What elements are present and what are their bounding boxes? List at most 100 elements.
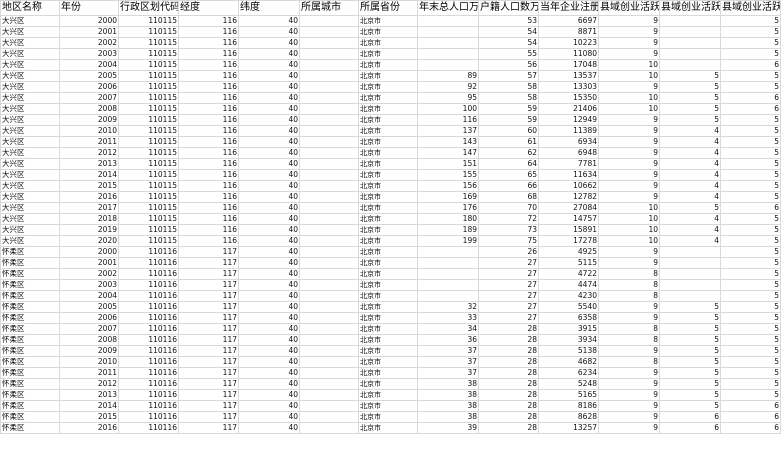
- cell-region-name[interactable]: 怀柔区: [0, 290, 60, 302]
- cell-city[interactable]: [299, 15, 359, 27]
- cell-startup-activity-2[interactable]: 4: [659, 125, 721, 137]
- cell-year[interactable]: 2002: [59, 37, 119, 49]
- cell-admin-code[interactable]: 110115: [118, 147, 179, 159]
- cell-city[interactable]: [299, 191, 359, 203]
- cell-startup-activity-1[interactable]: 8: [598, 334, 660, 346]
- cell-latitude[interactable]: 40: [238, 59, 300, 71]
- cell-enterprise-registrations[interactable]: 13257: [538, 422, 599, 434]
- cell-registered-population[interactable]: 59: [478, 103, 539, 115]
- cell-startup-activity-3[interactable]: 5: [720, 268, 781, 280]
- cell-longitude[interactable]: 117: [178, 279, 239, 291]
- cell-city[interactable]: [299, 301, 359, 313]
- cell-latitude[interactable]: 40: [238, 411, 300, 423]
- cell-startup-activity-2[interactable]: 4: [659, 169, 721, 181]
- cell-total-population[interactable]: 89: [417, 70, 479, 82]
- cell-startup-activity-3[interactable]: 5: [720, 48, 781, 60]
- cell-province[interactable]: 北京市: [358, 422, 418, 434]
- cell-province[interactable]: 北京市: [358, 169, 418, 181]
- cell-province[interactable]: 北京市: [358, 257, 418, 269]
- cell-region-name[interactable]: 怀柔区: [0, 400, 60, 412]
- cell-city[interactable]: [299, 411, 359, 423]
- cell-registered-population[interactable]: 28: [478, 389, 539, 401]
- cell-longitude[interactable]: 117: [178, 389, 239, 401]
- cell-registered-population[interactable]: 59: [478, 114, 539, 126]
- cell-admin-code[interactable]: 110115: [118, 180, 179, 192]
- cell-startup-activity-3[interactable]: 5: [720, 180, 781, 192]
- cell-latitude[interactable]: 40: [238, 103, 300, 115]
- cell-latitude[interactable]: 40: [238, 235, 300, 247]
- cell-enterprise-registrations[interactable]: 3934: [538, 334, 599, 346]
- cell-admin-code[interactable]: 110116: [118, 367, 179, 379]
- cell-admin-code[interactable]: 110116: [118, 422, 179, 434]
- cell-year[interactable]: 2005: [59, 70, 119, 82]
- cell-enterprise-registrations[interactable]: 5540: [538, 301, 599, 313]
- cell-longitude[interactable]: 117: [178, 301, 239, 313]
- cell-latitude[interactable]: 40: [238, 290, 300, 302]
- cell-latitude[interactable]: 40: [238, 125, 300, 137]
- cell-latitude[interactable]: 40: [238, 70, 300, 82]
- cell-startup-activity-3[interactable]: 5: [720, 345, 781, 357]
- cell-region-name[interactable]: 大兴区: [0, 48, 60, 60]
- cell-startup-activity-3[interactable]: 5: [720, 334, 781, 346]
- cell-longitude[interactable]: 116: [178, 180, 239, 192]
- cell-region-name[interactable]: 大兴区: [0, 202, 60, 214]
- cell-longitude[interactable]: 117: [178, 411, 239, 423]
- cell-registered-population[interactable]: 64: [478, 158, 539, 170]
- cell-startup-activity-2[interactable]: 5: [659, 92, 721, 104]
- cell-region-name[interactable]: 怀柔区: [0, 345, 60, 357]
- cell-registered-population[interactable]: 54: [478, 37, 539, 49]
- cell-admin-code[interactable]: 110116: [118, 290, 179, 302]
- cell-city[interactable]: [299, 136, 359, 148]
- cell-enterprise-registrations[interactable]: 15891: [538, 224, 599, 236]
- cell-province[interactable]: 北京市: [358, 411, 418, 423]
- cell-enterprise-registrations[interactable]: 4925: [538, 246, 599, 258]
- cell-startup-activity-1[interactable]: 8: [598, 268, 660, 280]
- cell-startup-activity-2[interactable]: 5: [659, 103, 721, 115]
- cell-admin-code[interactable]: 110115: [118, 26, 179, 38]
- cell-enterprise-registrations[interactable]: 11389: [538, 125, 599, 137]
- cell-region-name[interactable]: 怀柔区: [0, 301, 60, 313]
- cell-registered-population[interactable]: 28: [478, 367, 539, 379]
- cell-longitude[interactable]: 116: [178, 48, 239, 60]
- cell-year[interactable]: 2014: [59, 169, 119, 181]
- cell-startup-activity-1[interactable]: 10: [598, 202, 660, 214]
- column-header-longitude[interactable]: 经度: [178, 0, 239, 16]
- cell-admin-code[interactable]: 110115: [118, 15, 179, 27]
- cell-admin-code[interactable]: 110115: [118, 125, 179, 137]
- cell-city[interactable]: [299, 356, 359, 368]
- cell-startup-activity-1[interactable]: 8: [598, 279, 660, 291]
- cell-longitude[interactable]: 116: [178, 224, 239, 236]
- cell-latitude[interactable]: 40: [238, 15, 300, 27]
- cell-province[interactable]: 北京市: [358, 103, 418, 115]
- cell-total-population[interactable]: 34: [417, 323, 479, 335]
- cell-admin-code[interactable]: 110115: [118, 213, 179, 225]
- cell-city[interactable]: [299, 158, 359, 170]
- cell-enterprise-registrations[interactable]: 6934: [538, 136, 599, 148]
- cell-admin-code[interactable]: 110115: [118, 92, 179, 104]
- cell-registered-population[interactable]: 70: [478, 202, 539, 214]
- cell-latitude[interactable]: 40: [238, 26, 300, 38]
- cell-latitude[interactable]: 40: [238, 334, 300, 346]
- cell-startup-activity-3[interactable]: 6: [720, 59, 781, 71]
- cell-startup-activity-1[interactable]: 9: [598, 81, 660, 93]
- cell-longitude[interactable]: 116: [178, 136, 239, 148]
- cell-region-name[interactable]: 大兴区: [0, 191, 60, 203]
- cell-city[interactable]: [299, 268, 359, 280]
- cell-province[interactable]: 北京市: [358, 301, 418, 313]
- cell-registered-population[interactable]: 27: [478, 279, 539, 291]
- cell-latitude[interactable]: 40: [238, 367, 300, 379]
- cell-admin-code[interactable]: 110116: [118, 400, 179, 412]
- cell-region-name[interactable]: 怀柔区: [0, 378, 60, 390]
- cell-registered-population[interactable]: 28: [478, 356, 539, 368]
- cell-registered-population[interactable]: 27: [478, 290, 539, 302]
- cell-registered-population[interactable]: 28: [478, 422, 539, 434]
- cell-admin-code[interactable]: 110116: [118, 334, 179, 346]
- cell-region-name[interactable]: 大兴区: [0, 125, 60, 137]
- cell-year[interactable]: 2009: [59, 114, 119, 126]
- cell-startup-activity-2[interactable]: 5: [659, 202, 721, 214]
- cell-total-population[interactable]: [417, 15, 479, 27]
- cell-longitude[interactable]: 116: [178, 59, 239, 71]
- cell-admin-code[interactable]: 110116: [118, 312, 179, 324]
- cell-registered-population[interactable]: 62: [478, 147, 539, 159]
- column-header-latitude[interactable]: 纬度: [238, 0, 300, 16]
